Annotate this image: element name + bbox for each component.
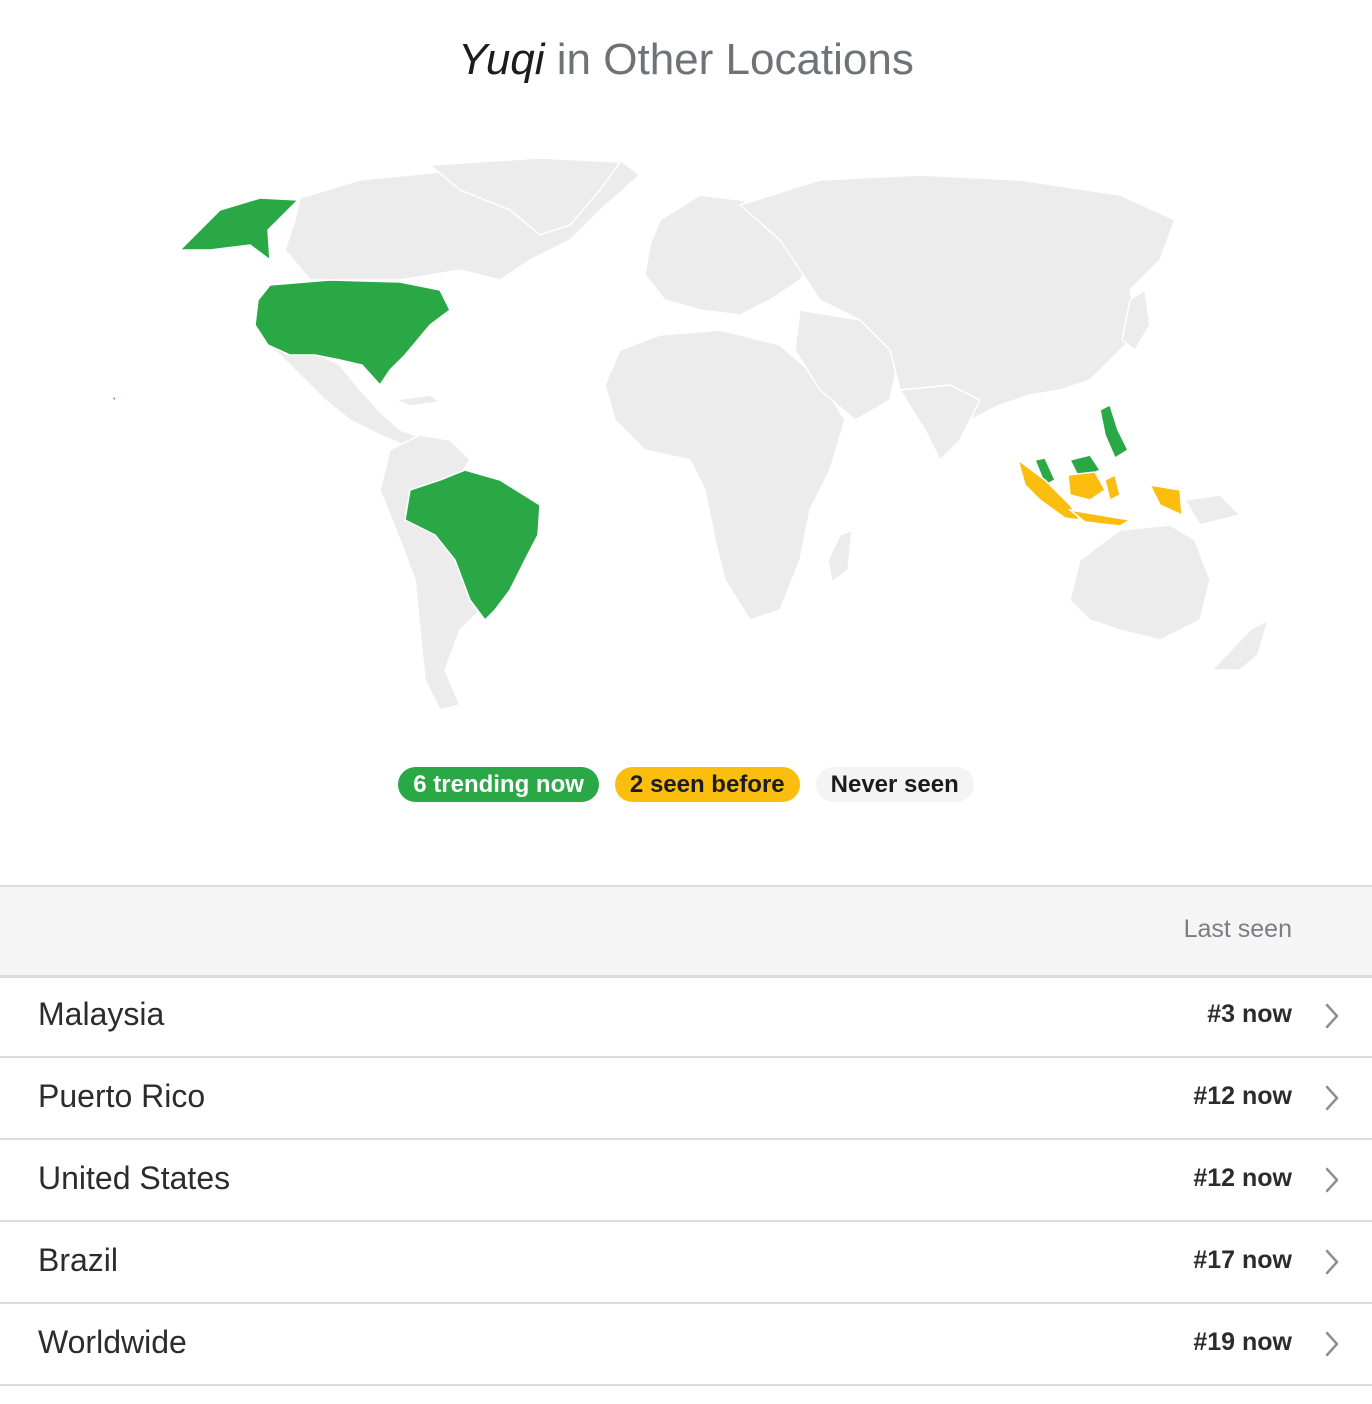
- location-rank: #12 now: [1193, 1164, 1292, 1192]
- chevron-right-icon: [1325, 1167, 1339, 1193]
- location-rank: #19 now: [1193, 1328, 1292, 1356]
- legend-never-seen-pill: Never seen: [815, 767, 974, 802]
- region-indonesia-sulawesi: [1104, 473, 1121, 502]
- location-row-malaysia[interactable]: Malaysia #3 now: [0, 976, 1372, 1058]
- chevron-right-icon: [1325, 1003, 1339, 1029]
- region-united-states: [254, 279, 451, 387]
- region-australia: [1069, 524, 1211, 641]
- region-philippines: [1099, 403, 1129, 460]
- region-madagascar: [827, 528, 853, 584]
- locations-list: Malaysia #3 now Puerto Rico #12 now Unit…: [0, 976, 1372, 1386]
- table-header: Last seen: [0, 885, 1372, 978]
- region-new-zealand: [1210, 618, 1270, 671]
- location-rank: #17 now: [1193, 1246, 1292, 1274]
- location-name: Malaysia: [38, 996, 165, 1032]
- artist-name: Yuqi: [458, 35, 545, 84]
- region-indonesia-java: [1067, 508, 1133, 527]
- legend-trending-pill: 6 trending now: [398, 767, 599, 802]
- location-row-puerto-rico[interactable]: Puerto Rico #12 now: [0, 1058, 1372, 1140]
- chevron-right-icon: [1325, 1331, 1339, 1357]
- title-suffix: in Other Locations: [544, 35, 914, 84]
- location-rank: #12 now: [1193, 1082, 1292, 1110]
- location-row-united-states[interactable]: United States #12 now: [0, 1140, 1372, 1222]
- region-india: [898, 384, 982, 462]
- last-seen-column-header: Last seen: [1183, 915, 1292, 943]
- location-rank: #3 now: [1207, 1000, 1292, 1028]
- region-hawaii: [110, 394, 117, 404]
- location-row-brazil[interactable]: Brazil #17 now: [0, 1222, 1372, 1304]
- region-papua: [1183, 494, 1242, 526]
- chevron-right-icon: [1325, 1249, 1339, 1275]
- location-name: Puerto Rico: [38, 1078, 206, 1114]
- region-indonesia-borneo: [1067, 471, 1106, 501]
- location-name: United States: [38, 1160, 231, 1196]
- page-title: Yuqi in Other Locations: [0, 30, 1372, 90]
- location-name: Brazil: [38, 1242, 119, 1278]
- region-caribbean: [392, 394, 443, 407]
- region-indonesia-papua: [1148, 484, 1183, 517]
- location-row-worldwide[interactable]: Worldwide #19 now: [0, 1304, 1372, 1386]
- world-map: [100, 150, 1320, 720]
- region-alaska: [178, 197, 300, 262]
- map-legend: 6 trending now 2 seen before Never seen: [0, 767, 1372, 802]
- chevron-right-icon: [1325, 1085, 1339, 1111]
- location-name: Worldwide: [38, 1324, 187, 1360]
- legend-seen-before-pill: 2 seen before: [614, 767, 800, 802]
